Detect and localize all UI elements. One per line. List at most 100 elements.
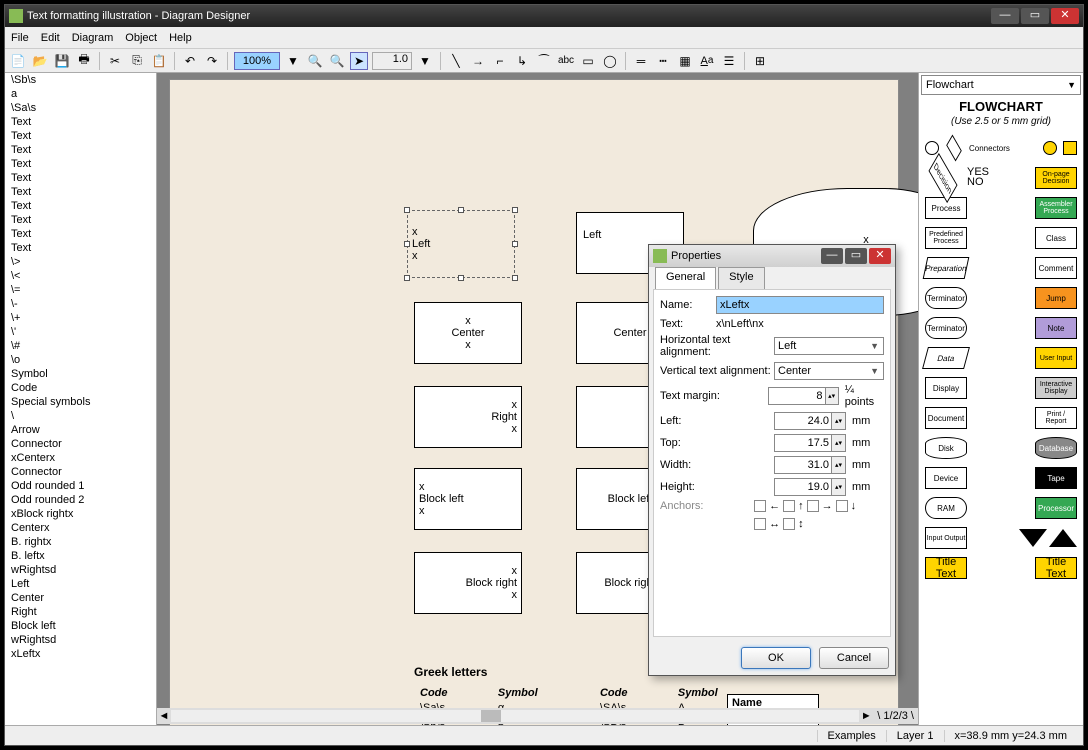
layers-icon[interactable]: ☰ bbox=[720, 52, 738, 70]
ellipse-tool-icon[interactable]: ◯ bbox=[601, 52, 619, 70]
rect-blockright-1[interactable]: xBlock rightx bbox=[414, 552, 522, 614]
minimize-button[interactable]: — bbox=[991, 8, 1019, 24]
rect-center-1[interactable]: xCenterx bbox=[414, 302, 522, 364]
list-item[interactable]: \= bbox=[5, 283, 156, 297]
curve-tool-icon[interactable]: ⁀ bbox=[535, 52, 553, 70]
undo-icon[interactable]: ↶ bbox=[181, 52, 199, 70]
rect-blockleft-1[interactable]: xBlock leftx bbox=[414, 468, 522, 530]
list-item[interactable]: Centerx bbox=[5, 521, 156, 535]
arrow-tool-icon[interactable]: → bbox=[469, 52, 487, 70]
paste-icon[interactable]: 📋 bbox=[150, 52, 168, 70]
menu-diagram[interactable]: Diagram bbox=[72, 32, 114, 44]
list-item[interactable]: Text bbox=[5, 241, 156, 255]
list-item[interactable]: B. leftx bbox=[5, 549, 156, 563]
redo-icon[interactable]: ↷ bbox=[203, 52, 221, 70]
list-item[interactable]: Arrow bbox=[5, 423, 156, 437]
connector1-icon[interactable]: ⌐ bbox=[491, 52, 509, 70]
list-item[interactable]: Special symbols bbox=[5, 395, 156, 409]
tm-input[interactable] bbox=[768, 387, 826, 405]
hscrollbar[interactable]: ◄ ► \ 1/2/3 \ bbox=[157, 708, 918, 724]
list-item[interactable]: \+ bbox=[5, 311, 156, 325]
new-icon[interactable]: 📄 bbox=[9, 52, 27, 70]
cancel-button[interactable]: Cancel bbox=[819, 647, 889, 669]
menu-file[interactable]: File bbox=[11, 32, 29, 44]
menu-help[interactable]: Help bbox=[169, 32, 192, 44]
list-item[interactable]: Text bbox=[5, 199, 156, 213]
selected-rect[interactable]: x Left x bbox=[407, 210, 515, 278]
list-item[interactable]: \< bbox=[5, 269, 156, 283]
list-item[interactable]: Connector bbox=[5, 437, 156, 451]
list-item[interactable]: \Sb\s bbox=[5, 73, 156, 87]
list-item[interactable]: Text bbox=[5, 157, 156, 171]
maximize-button[interactable]: ▭ bbox=[1021, 8, 1049, 24]
list-item[interactable]: \> bbox=[5, 255, 156, 269]
tab-style[interactable]: Style bbox=[718, 267, 764, 289]
val-select[interactable]: Center bbox=[774, 362, 884, 380]
line-tool-icon[interactable]: ╲ bbox=[447, 52, 465, 70]
group-icon[interactable]: ⊞ bbox=[751, 52, 769, 70]
line-width-input[interactable]: 1.0 bbox=[372, 52, 412, 70]
height-input[interactable] bbox=[774, 478, 832, 496]
palette-assembler[interactable]: Assembler Process bbox=[1035, 197, 1077, 219]
list-item[interactable]: wRightsd bbox=[5, 633, 156, 647]
list-item[interactable]: xLeftx bbox=[5, 647, 156, 661]
list-item[interactable]: \ bbox=[5, 409, 156, 423]
left-input[interactable] bbox=[774, 412, 832, 430]
copy-icon[interactable]: ⎘ bbox=[128, 52, 146, 70]
font-icon[interactable]: Aa bbox=[698, 52, 716, 70]
dashstyle-icon[interactable]: ┅ bbox=[654, 52, 672, 70]
list-item[interactable]: \o bbox=[5, 353, 156, 367]
palette-combo[interactable]: Flowchart bbox=[921, 75, 1081, 95]
name-input[interactable] bbox=[716, 296, 884, 314]
top-input[interactable] bbox=[774, 434, 832, 452]
linestyle-icon[interactable]: ═ bbox=[632, 52, 650, 70]
cut-icon[interactable]: ✂ bbox=[106, 52, 124, 70]
save-icon[interactable]: 💾 bbox=[53, 52, 71, 70]
list-item[interactable]: Block left bbox=[5, 619, 156, 633]
menu-object[interactable]: Object bbox=[125, 32, 157, 44]
dialog-max-button[interactable]: ▭ bbox=[845, 248, 867, 264]
list-item[interactable]: Symbol bbox=[5, 367, 156, 381]
lw-dropdown-icon[interactable]: ▼ bbox=[416, 52, 434, 70]
page-tabs[interactable]: \ 1/2/3 \ bbox=[873, 710, 918, 722]
zoom-out-icon[interactable]: 🔍 bbox=[328, 52, 346, 70]
dialog-close-button[interactable]: ✕ bbox=[869, 248, 891, 264]
zoom-dropdown-icon[interactable]: ▼ bbox=[284, 52, 302, 70]
list-item[interactable]: Odd rounded 1 bbox=[5, 479, 156, 493]
anchor-cb[interactable] bbox=[783, 518, 795, 530]
list-item[interactable]: Text bbox=[5, 185, 156, 199]
list-item[interactable]: Right bbox=[5, 605, 156, 619]
list-item[interactable]: Text bbox=[5, 227, 156, 241]
list-item[interactable]: \Sa\s bbox=[5, 101, 156, 115]
list-item[interactable]: \' bbox=[5, 325, 156, 339]
list-item[interactable]: Odd rounded 2 bbox=[5, 493, 156, 507]
tm-spinner[interactable]: ▴▾ bbox=[826, 387, 839, 405]
rect-right-1[interactable]: xRightx bbox=[414, 386, 522, 448]
tab-general[interactable]: General bbox=[655, 267, 716, 289]
dialog-min-button[interactable]: — bbox=[821, 248, 843, 264]
rect-tool-icon[interactable]: ▭ bbox=[579, 52, 597, 70]
list-item[interactable]: Text bbox=[5, 129, 156, 143]
print-icon[interactable]: 🖶 bbox=[75, 52, 93, 70]
object-list[interactable]: \Sb\sa\Sa\sTextTextTextTextTextTextTextT… bbox=[5, 73, 157, 725]
anchor-cb[interactable] bbox=[836, 500, 848, 512]
connector2-icon[interactable]: ↳ bbox=[513, 52, 531, 70]
anchor-cb[interactable] bbox=[754, 500, 766, 512]
zoom-in-icon[interactable]: 🔍 bbox=[306, 52, 324, 70]
list-item[interactable]: xBlock rightx bbox=[5, 507, 156, 521]
open-icon[interactable]: 📂 bbox=[31, 52, 49, 70]
pointer-tool-icon[interactable]: ➤ bbox=[350, 52, 368, 70]
anchor-cb[interactable] bbox=[783, 500, 795, 512]
list-item[interactable]: \- bbox=[5, 297, 156, 311]
list-item[interactable]: Code bbox=[5, 381, 156, 395]
ok-button[interactable]: OK bbox=[741, 647, 811, 669]
text-tool-icon[interactable]: abc bbox=[557, 52, 575, 70]
list-item[interactable]: Left bbox=[5, 577, 156, 591]
anchor-cb[interactable] bbox=[807, 500, 819, 512]
list-item[interactable]: xCenterx bbox=[5, 451, 156, 465]
list-item[interactable]: Text bbox=[5, 115, 156, 129]
hal-select[interactable]: Left bbox=[774, 337, 884, 355]
zoom-combo[interactable]: 100% bbox=[234, 52, 280, 70]
list-item[interactable]: Text bbox=[5, 143, 156, 157]
list-item[interactable]: Text bbox=[5, 171, 156, 185]
